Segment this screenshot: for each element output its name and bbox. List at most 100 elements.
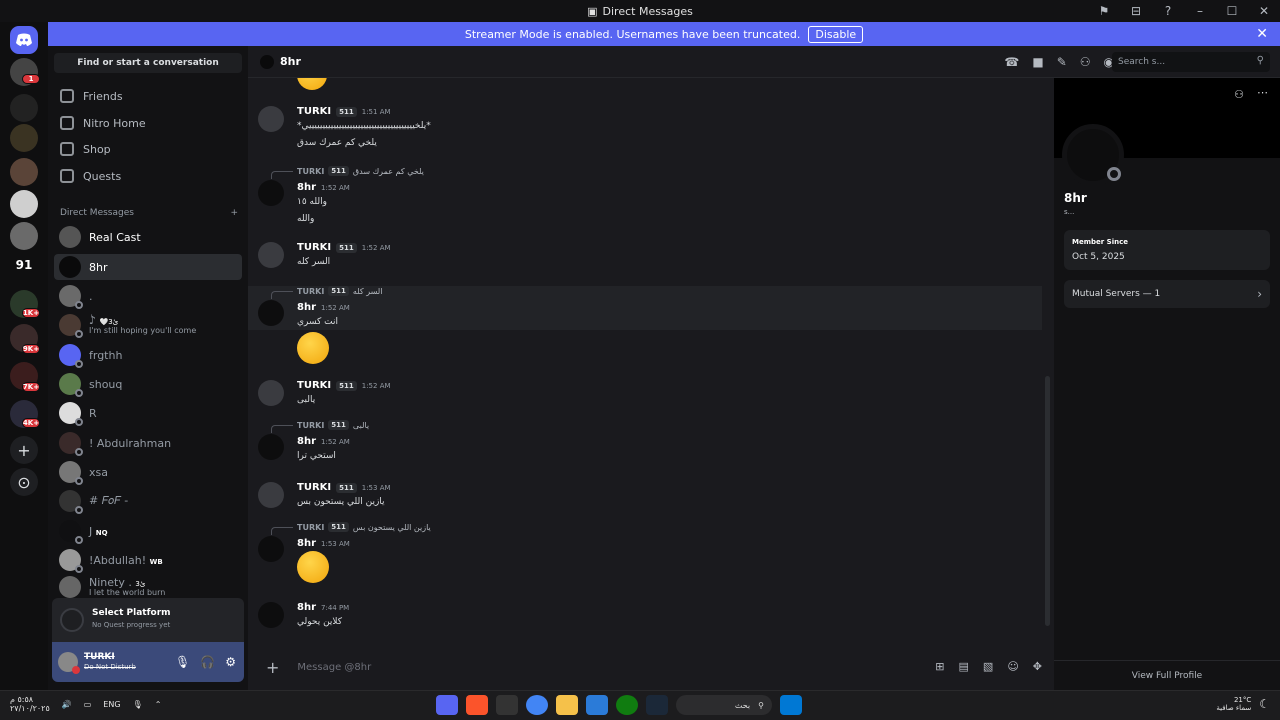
author-avatar[interactable] <box>258 106 284 132</box>
dm-item[interactable]: Real Cast <box>54 224 242 250</box>
dm-item[interactable]: . <box>54 283 242 309</box>
author-name[interactable]: 8hr <box>297 302 316 313</box>
profile-more-icon[interactable]: ⋯ <box>1257 86 1268 99</box>
mutual-servers-row[interactable]: Mutual Servers — 1 › <box>1064 280 1270 308</box>
server-4[interactable] <box>10 158 38 186</box>
microphone-icon[interactable]: 🎙 <box>175 655 190 669</box>
network-icon[interactable]: ▭ <box>84 700 92 709</box>
tray-chevron-icon[interactable]: ⌃ <box>155 700 162 709</box>
flag-icon[interactable]: ⚑ <box>1094 2 1114 20</box>
server-2[interactable] <box>10 94 38 122</box>
dm-item[interactable]: R <box>54 400 242 426</box>
file-explorer-icon[interactable] <box>556 695 578 715</box>
dm-item[interactable]: # 𝐹𝑜𝐹 - <box>54 488 242 514</box>
author-name[interactable]: 8hr <box>297 538 316 549</box>
close-banner-icon[interactable]: ✕ <box>1256 26 1268 42</box>
reply-preview[interactable]: TURKI 511 يلخي كم عمرك سدق <box>271 166 424 179</box>
headphones-icon[interactable]: 🎧 <box>200 655 215 669</box>
dm-item[interactable]: ٰ♪ 🤍ئ3 I'm still hoping you'll come <box>54 312 242 338</box>
search-input[interactable]: Search s... ⚲ <box>1112 52 1270 72</box>
help-icon[interactable]: ? <box>1158 2 1178 20</box>
sticker-icon[interactable]: ▧ <box>983 660 993 673</box>
author-name[interactable]: 8hr <box>297 182 316 193</box>
steam-alt-taskbar-icon[interactable] <box>496 695 518 715</box>
nav-friends[interactable]: Friends <box>54 84 242 108</box>
message-input[interactable]: Message @8hr <box>297 662 371 673</box>
dm-item[interactable]: shouq <box>54 371 242 397</box>
author-name[interactable]: TURKI <box>297 106 331 117</box>
windows-start-icon[interactable] <box>780 695 802 715</box>
add-server-icon[interactable]: + <box>10 436 38 464</box>
user-avatar[interactable] <box>58 652 80 674</box>
discord-home-icon[interactable] <box>10 26 38 54</box>
server-label-91[interactable]: 91 <box>10 258 38 272</box>
dm-item[interactable]: J NQ <box>54 518 242 544</box>
gif-icon[interactable]: ▤ <box>959 660 969 673</box>
close-window-button[interactable]: ✕ <box>1254 2 1274 20</box>
discord-taskbar-icon[interactable] <box>436 695 458 715</box>
author-avatar[interactable] <box>258 602 284 628</box>
discover-icon[interactable]: ⊙ <box>10 468 38 496</box>
attach-plus-icon[interactable]: + <box>266 658 279 677</box>
dm-item[interactable]: frgthh <box>54 342 242 368</box>
author-avatar[interactable] <box>258 180 284 206</box>
author-name[interactable]: TURKI <box>297 482 331 493</box>
chat-scrollbar[interactable] <box>1045 376 1050 626</box>
nav-shop[interactable]: Shop <box>54 137 242 161</box>
pin-icon[interactable]: ✎ <box>1057 55 1067 69</box>
message-composer[interactable]: + Message @8hr ⊞ ▤ ▧ ☺ ✥ <box>256 650 1046 684</box>
reply-preview[interactable]: TURKI 511 يالبى <box>271 420 369 433</box>
gift-icon[interactable]: ⊞ <box>935 660 944 673</box>
apps-icon[interactable]: ✥ <box>1033 660 1042 673</box>
maximize-button[interactable]: ☐ <box>1222 2 1242 20</box>
dm-item[interactable]: xsa <box>54 459 242 485</box>
server-5[interactable] <box>10 190 38 218</box>
brave-taskbar-icon[interactable] <box>466 695 488 715</box>
video-icon[interactable]: ■ <box>1032 55 1043 69</box>
settings-gear-icon[interactable]: ⚙ <box>225 655 236 669</box>
call-icon[interactable]: ☎ <box>1004 55 1019 69</box>
store-icon[interactable] <box>586 695 608 715</box>
volume-icon[interactable]: 🔊 <box>62 700 72 709</box>
inbox-tray-icon[interactable]: ⊟ <box>1126 2 1146 20</box>
server-3[interactable] <box>10 124 38 152</box>
nav-nitro-home[interactable]: Nitro Home <box>54 111 242 135</box>
author-name[interactable]: TURKI <box>297 380 331 391</box>
nav-quests[interactable]: Quests <box>54 164 242 188</box>
find-conversation-input[interactable]: Find or start a conversation <box>54 53 242 73</box>
emoji-picker-icon[interactable]: ☺ <box>1007 660 1018 673</box>
dm-name: J <box>89 524 93 538</box>
create-dm-icon[interactable]: + <box>230 208 238 218</box>
author-avatar[interactable] <box>258 482 284 508</box>
weather-widget[interactable]: 21°C سماء صافية ☾ <box>1216 696 1270 713</box>
author-name[interactable]: 8hr <box>297 436 316 447</box>
author-avatar[interactable] <box>258 536 284 562</box>
steam-icon[interactable] <box>646 695 668 715</box>
mic-tray-icon[interactable]: 🎙 <box>133 700 143 709</box>
add-friend-icon[interactable]: ⚇ <box>1080 55 1091 69</box>
add-friend-profile-icon[interactable]: ⚇ <box>1234 88 1244 101</box>
taskbar-search[interactable]: بحث ⚲ <box>676 695 772 715</box>
xbox-icon[interactable] <box>616 695 638 715</box>
view-full-profile-button[interactable]: View Full Profile <box>1054 660 1280 690</box>
server-6[interactable] <box>10 222 38 250</box>
dm-item[interactable]: ! Abdulrahman <box>54 430 242 456</box>
author-avatar[interactable] <box>258 434 284 460</box>
clock[interactable]: ٥:٥٨ م ٢٧/١٠/٢٠٢٥ <box>10 695 50 714</box>
author-name[interactable]: TURKI <box>297 242 331 253</box>
dm-item-selected[interactable]: 8hr <box>54 254 242 280</box>
quest-panel[interactable]: Select Platform No Quest progress yet <box>52 598 244 642</box>
reply-preview[interactable]: TURKI 511 يازين اللي يستحون بس <box>271 522 431 535</box>
author-avatar[interactable] <box>258 242 284 268</box>
author-name[interactable]: 8hr <box>297 602 316 613</box>
language-indicator[interactable]: ENG <box>103 700 120 709</box>
profile-avatar[interactable] <box>1062 124 1124 186</box>
disable-button[interactable]: Disable <box>808 25 864 43</box>
minimize-button[interactable]: – <box>1190 2 1210 20</box>
dm-item[interactable]: !Abdullah! WB <box>54 547 242 573</box>
author-avatar[interactable] <box>258 300 284 326</box>
author-avatar[interactable] <box>258 380 284 406</box>
dm-item[interactable]: Ninety . ئ3 I let the world burn <box>54 574 242 600</box>
reply-preview[interactable]: TURKI 511 السر كله <box>271 286 382 299</box>
chrome-taskbar-icon[interactable] <box>526 695 548 715</box>
